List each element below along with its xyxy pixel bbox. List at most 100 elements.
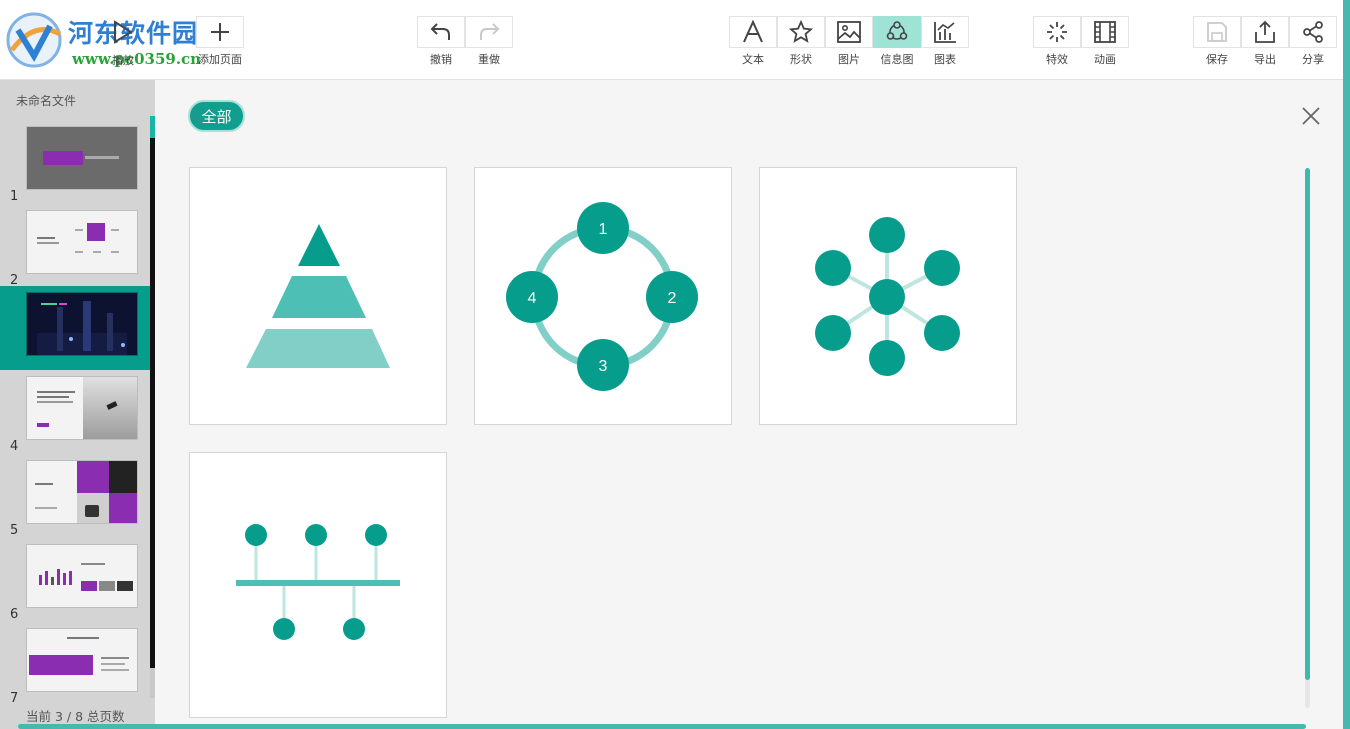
slide-thumbnail-2[interactable]: 2 — [0, 204, 150, 288]
toolbar: 河东软件园 www.pc0359.cn 播放 添加页面 撤销 重做 文本 形状 … — [0, 0, 1350, 80]
share-icon-box — [1288, 16, 1337, 48]
add-page-label: 添加页面 — [198, 53, 242, 66]
save-label: 保存 — [1206, 53, 1228, 66]
pyramid-tier-top — [298, 224, 340, 266]
slide-thumbnail-4[interactable]: 4 — [0, 370, 150, 454]
text-label: 文本 — [742, 53, 764, 66]
animation-button[interactable]: 动画 — [1080, 16, 1129, 67]
redo-button[interactable]: 重做 — [464, 16, 513, 67]
slide-preview — [26, 126, 138, 190]
shape-label: 形状 — [790, 53, 812, 66]
export-icon — [1254, 20, 1275, 43]
plus-icon — [210, 23, 229, 41]
image-icon — [836, 21, 861, 43]
network-node-lower-left — [815, 315, 851, 351]
shape-button[interactable]: 形状 — [776, 16, 825, 67]
play-label: 播放 — [112, 54, 134, 67]
timeline-axis — [236, 580, 400, 586]
effects-icon-box — [1033, 16, 1081, 48]
cycle-label-3: 3 — [599, 358, 608, 375]
effects-button[interactable]: 特效 — [1033, 16, 1081, 67]
network-node-lower-right — [924, 315, 960, 351]
timeline-dot-5 — [343, 618, 365, 640]
slide-thumbnail-7[interactable]: 7 — [0, 622, 150, 706]
share-label: 分享 — [1302, 53, 1324, 66]
timeline-dot-3 — [365, 524, 387, 546]
slide-number: 7 — [10, 691, 19, 706]
slide-list: 1 2 3 4 5 6 7 — [0, 120, 150, 729]
save-button[interactable]: 保存 — [1193, 16, 1241, 67]
image-icon-box — [824, 16, 873, 48]
text-icon-box — [729, 16, 777, 48]
window-edge-scrollbar[interactable] — [1343, 0, 1350, 729]
export-icon-box — [1240, 16, 1289, 48]
chart-icon — [933, 22, 956, 43]
image-label: 图片 — [838, 53, 860, 66]
infographic-gallery: 全部 1 2 3 4 — [155, 80, 1350, 729]
film-icon — [1093, 21, 1116, 43]
chart-label: 图表 — [934, 53, 956, 66]
undo-icon-box — [417, 16, 465, 48]
infographic-label: 信息图 — [880, 53, 914, 66]
infographic-cycle-card[interactable]: 1 2 3 4 — [474, 167, 732, 425]
pyramid-tier-middle — [272, 276, 366, 318]
sparkle-icon — [1047, 22, 1067, 42]
export-button[interactable]: 导出 — [1240, 16, 1289, 67]
chart-button[interactable]: 图表 — [920, 16, 969, 67]
infographic-button[interactable]: 信息图 — [872, 16, 921, 67]
slide-thumbnail-1[interactable]: 1 — [0, 120, 150, 204]
export-label: 导出 — [1254, 53, 1276, 66]
timeline-dot-1 — [245, 524, 267, 546]
play-icon — [114, 20, 133, 44]
timeline-dot-4 — [273, 618, 295, 640]
file-name[interactable]: 未命名文件 — [16, 92, 76, 109]
slide-preview — [26, 376, 138, 440]
chart-icon-box — [920, 16, 969, 48]
effects-label: 特效 — [1046, 53, 1068, 66]
close-icon — [1302, 107, 1320, 125]
slide-preview — [26, 544, 138, 608]
slide-preview — [26, 210, 138, 274]
timeline-dot-2 — [305, 524, 327, 546]
infographic-pyramid-card[interactable] — [189, 167, 447, 425]
cycle-label-2: 2 — [668, 290, 677, 307]
infographic-network-card[interactable] — [759, 167, 1017, 425]
timeline-graphic — [236, 524, 400, 640]
slide-thumbnail-6[interactable]: 6 — [0, 538, 150, 622]
play-button[interactable]: 播放 — [103, 16, 143, 68]
network-node-bottom — [869, 340, 905, 376]
save-icon — [1207, 22, 1227, 42]
cycle-graphic: 1 2 3 4 — [506, 202, 698, 391]
slide-thumbnail-5[interactable]: 5 — [0, 454, 150, 538]
undo-label: 撤销 — [430, 53, 452, 66]
slide-number: 5 — [10, 523, 19, 538]
share-button[interactable]: 分享 — [1288, 16, 1337, 67]
star-icon — [788, 20, 813, 43]
share-icon — [1302, 21, 1323, 43]
infographic-icon — [886, 21, 907, 40]
network-hub — [869, 279, 905, 315]
slide-number: 6 — [10, 607, 19, 622]
slide-preview — [26, 628, 138, 692]
save-icon-box — [1193, 16, 1241, 48]
horizontal-scrollbar-thumb[interactable] — [18, 724, 1306, 729]
slide-number: 4 — [10, 439, 19, 454]
close-button[interactable] — [1299, 104, 1323, 128]
logo-icon — [6, 12, 62, 68]
text-icon — [743, 20, 763, 43]
tab-all[interactable]: 全部 — [188, 100, 245, 132]
image-button[interactable]: 图片 — [824, 16, 873, 67]
gallery-scrollbar-thumb[interactable] — [1305, 168, 1310, 680]
add-page-icon-box — [195, 16, 244, 48]
effects-group: 特效 动画 — [1033, 16, 1129, 67]
animation-icon-box — [1080, 16, 1129, 48]
network-node-upper-left — [815, 250, 851, 286]
network-graphic — [815, 217, 960, 376]
text-button[interactable]: 文本 — [729, 16, 777, 67]
pyramid-tier-bottom — [246, 329, 390, 368]
slide-thumbnail-3[interactable]: 3 — [0, 286, 150, 370]
infographic-timeline-card[interactable] — [189, 452, 447, 718]
undo-button[interactable]: 撤销 — [417, 16, 465, 67]
add-page-button[interactable]: 添加页面 — [195, 16, 244, 67]
history-group: 撤销 重做 — [417, 16, 513, 67]
